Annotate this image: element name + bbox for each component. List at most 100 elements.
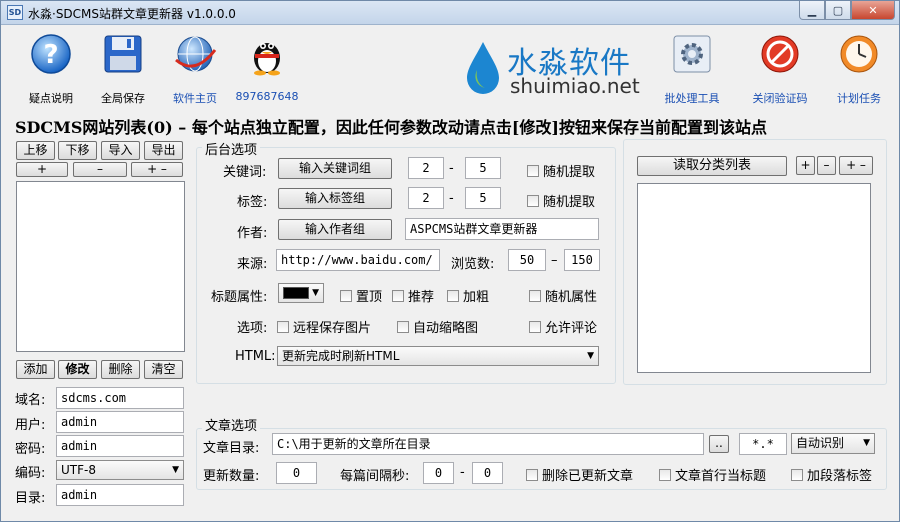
maximize-button[interactable]: ▢ (825, 1, 851, 20)
toolbar-batch-tool-button[interactable]: 批处理工具 (659, 32, 725, 105)
top-checkbox[interactable]: 置顶 (340, 286, 382, 305)
toolbar-close-captcha-button[interactable]: 关闭验证码 (747, 32, 813, 105)
user-input[interactable]: admin (56, 411, 184, 433)
close-button[interactable]: ✕ (851, 1, 895, 20)
clear-sites-button[interactable]: 清空 (144, 360, 183, 379)
article-encoding-select[interactable]: 自动识别 ▼ (791, 433, 875, 454)
update-count-input[interactable]: 0 (276, 462, 317, 484)
checkbox-label: 加段落标签 (807, 469, 873, 484)
keyword-min-input[interactable]: 2 (408, 157, 444, 179)
checkbox-label: 随机提取 (543, 195, 596, 210)
directory-input[interactable]: admin (56, 484, 184, 506)
list-toggle-small-button[interactable]: + – (131, 162, 183, 177)
browse-dir-button[interactable]: .. (709, 435, 729, 453)
toolbar-qq-button[interactable]: 897687648 (234, 32, 300, 104)
checkbox-box (526, 468, 538, 481)
svg-text:?: ? (43, 40, 58, 70)
password-input[interactable]: admin (56, 435, 184, 457)
modify-site-button[interactable]: 修改 (58, 360, 97, 379)
input-tags-button[interactable]: 输入标签组 (278, 188, 392, 209)
remote-save-images-checkbox[interactable]: 远程保存图片 (277, 317, 371, 336)
import-button[interactable]: 导入 (101, 141, 140, 160)
tags-min-input[interactable]: 2 (408, 187, 444, 209)
directory-label: 目录: (15, 491, 46, 506)
first-line-title-checkbox[interactable]: 文章首行当标题 (659, 465, 766, 484)
toolbar-label: 疑点说明 (29, 92, 73, 105)
checkbox-label: 置顶 (356, 290, 383, 305)
source-label: 来源: (237, 257, 268, 272)
chevron-down-icon: ▼ (312, 288, 319, 298)
checkbox-box (529, 289, 541, 302)
views-max-input[interactable]: 150 (564, 249, 600, 271)
recommend-checkbox[interactable]: 推荐 (392, 286, 434, 305)
tags-dash: - (449, 191, 454, 206)
checkbox-label: 远程保存图片 (293, 321, 372, 336)
encoding-value: UTF-8 (61, 463, 96, 477)
site-list[interactable] (16, 181, 185, 352)
checkbox-label: 加粗 (463, 290, 490, 305)
list-add-small-button[interactable]: + (16, 162, 68, 177)
window-title: 水淼·SDCMS站群文章更新器 v1.0.0.0 (28, 7, 236, 21)
interval-max-input[interactable]: 0 (472, 462, 503, 484)
encoding-label: 编码: (15, 466, 46, 481)
category-add-button[interactable]: + (796, 156, 815, 175)
add-site-button[interactable]: 添加 (16, 360, 55, 379)
bold-checkbox[interactable]: 加粗 (447, 286, 489, 305)
qq-penguin-icon (254, 43, 280, 76)
views-dash: – (551, 253, 558, 268)
html-refresh-select[interactable]: 更新完成时刷新HTML ▼ (277, 346, 599, 366)
category-toggle-button[interactable]: + – (839, 156, 873, 175)
tags-max-input[interactable]: 5 (465, 187, 501, 209)
author-input[interactable]: ASPCMS站群文章更新器 (405, 218, 599, 240)
input-authors-button[interactable]: 输入作者组 (278, 219, 392, 240)
checkbox-label: 自动缩略图 (413, 321, 479, 336)
toolbar-schedule-button[interactable]: 计划任务 (826, 32, 892, 105)
toolbar-homepage-button[interactable]: 软件主页 (162, 32, 228, 105)
encoding-select[interactable]: UTF-8 ▼ (56, 460, 184, 480)
password-label: 密码: (15, 442, 46, 457)
move-up-button[interactable]: 上移 (16, 141, 55, 160)
checkbox-box (340, 289, 352, 302)
category-list[interactable] (637, 183, 871, 373)
water-drop-icon (467, 42, 499, 94)
toolbar-help-button[interactable]: ? 疑点说明 (18, 32, 84, 105)
close-icon: ✕ (868, 3, 878, 17)
views-min-input[interactable]: 50 (508, 249, 546, 271)
input-keywords-button[interactable]: 输入关键词组 (278, 158, 392, 179)
domain-input[interactable]: sdcms.com (56, 387, 184, 409)
tags-random-checkbox[interactable]: 随机提取 (527, 191, 595, 210)
export-button[interactable]: 导出 (144, 141, 183, 160)
minimize-icon: ▁ (807, 3, 817, 17)
random-attr-checkbox[interactable]: 随机属性 (529, 286, 597, 305)
move-down-button[interactable]: 下移 (58, 141, 97, 160)
toolbar-save-button[interactable]: 全局保存 (90, 32, 156, 105)
toolbar-label: 软件主页 (173, 92, 217, 105)
category-remove-button[interactable]: – (817, 156, 836, 175)
brand-logo: 水淼软件 shuimiao.net (463, 38, 653, 98)
allow-comment-checkbox[interactable]: 允许评论 (529, 317, 597, 336)
article-encoding-value: 自动识别 (796, 436, 845, 450)
delete-updated-checkbox[interactable]: 删除已更新文章 (526, 465, 633, 484)
add-paragraph-checkbox[interactable]: 加段落标签 (791, 465, 872, 484)
keyword-max-input[interactable]: 5 (465, 157, 501, 179)
chevron-down-icon: ▼ (863, 438, 870, 448)
user-label: 用户: (15, 418, 46, 433)
help-icon: ? (31, 34, 71, 74)
source-input[interactable]: http://www.baidu.com/ (276, 249, 440, 271)
minimize-button[interactable]: ▁ (799, 1, 825, 20)
article-dir-input[interactable]: C:\用于更新的文章所在目录 (272, 433, 704, 455)
read-category-list-button[interactable]: 读取分类列表 (637, 156, 787, 176)
list-remove-small-button[interactable]: – (73, 162, 127, 177)
clock-icon (840, 35, 878, 73)
keyword-random-checkbox[interactable]: 随机提取 (527, 161, 595, 180)
interval-min-input[interactable]: 0 (423, 462, 454, 484)
delete-site-button[interactable]: 删除 (101, 360, 140, 379)
toolbar-label: 全局保存 (101, 92, 145, 105)
auto-thumbnail-checkbox[interactable]: 自动缩略图 (397, 317, 478, 336)
chevron-down-icon: ▼ (172, 465, 179, 475)
checkbox-label: 随机提取 (543, 165, 596, 180)
html-label: HTML: (235, 349, 276, 364)
article-dir-label: 文章目录: (203, 441, 260, 456)
file-ext-input[interactable]: *.* (739, 433, 787, 455)
title-color-select[interactable]: ▼ (278, 283, 324, 303)
